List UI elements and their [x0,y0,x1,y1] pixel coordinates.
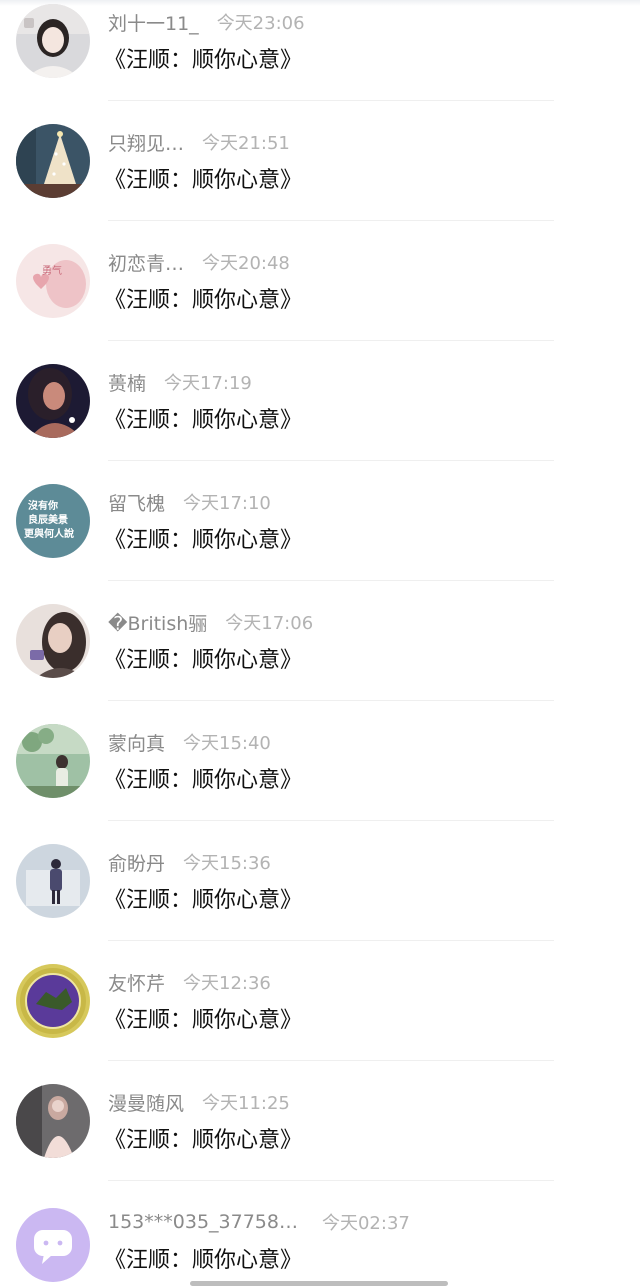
message-item[interactable]: 只翔见… 今天21:51 《汪顺：顺你心意》 [0,120,640,240]
divider [108,820,554,821]
divider [108,220,554,221]
chat-bubble-icon [16,1208,90,1282]
message-item[interactable]: 勇气 初恋青… 今天20:48 《汪顺：顺你心意》 [0,240,640,360]
divider [108,460,554,461]
message-text[interactable]: 《汪顺：顺你心意》 [104,762,302,794]
message-meta: 蒙向真 今天15:40 [108,728,271,756]
message-item[interactable]: 俞盼丹 今天15:36 《汪顺：顺你心意》 [0,840,640,960]
garden-girl-icon [16,724,90,798]
message-text[interactable]: 《汪顺：顺你心意》 [104,162,302,194]
message-item[interactable]: 友怀芹 今天12:36 《汪顺：顺你心意》 [0,960,640,1080]
sender-name[interactable]: 留飞槐 [108,489,165,516]
divider [108,940,554,941]
timestamp: 今天20:48 [202,253,290,274]
message-item[interactable]: 153***035_37758… 今天02:37 《汪顺：顺你心意》 [0,1200,640,1288]
sender-name[interactable]: 刘十一11_ [108,9,199,36]
avatar[interactable] [16,604,90,678]
avatar[interactable] [16,124,90,198]
timestamp: 今天11:25 [202,1093,290,1114]
message-meta: 俞盼丹 今天15:36 [108,848,271,876]
timestamp: 今天15:40 [183,733,271,754]
message-meta: 留飞槐 今天17:10 [108,488,271,516]
timestamp: 今天15:36 [183,853,271,874]
message-item[interactable]: 蒙向真 今天15:40 《汪顺：顺你心意》 [0,720,640,840]
avatar[interactable] [16,964,90,1038]
emblem-badge-icon [16,964,90,1038]
message-text[interactable]: 《汪顺：顺你心意》 [104,282,302,314]
girl-portrait-icon [16,4,90,78]
timestamp: 今天21:51 [202,133,290,154]
divider [108,700,554,701]
message-meta: 153***035_37758… 今天02:37 [108,1208,410,1236]
sender-name[interactable]: 只翔见… [108,129,184,156]
timestamp: 今天23:06 [216,13,305,34]
dress-portrait-icon [16,1084,90,1158]
sender-name[interactable]: 蒉楠 [108,369,146,396]
svg-text:更與何人說: 更與何人說 [24,527,74,540]
message-text[interactable]: 《汪顺：顺你心意》 [104,1122,302,1154]
message-item[interactable]: 沒有你 良辰美景 更與何人說 留飞槐 今天17:10 《汪顺：顺你心意》 [0,480,640,600]
divider [108,100,554,101]
avatar[interactable] [16,724,90,798]
sender-name[interactable]: �British骊 [108,609,207,636]
avatar[interactable] [16,844,90,918]
text-quote-icon: 沒有你 良辰美景 更與何人說 [16,484,90,558]
girl-selfie-icon [16,604,90,678]
svg-text:良辰美景: 良辰美景 [28,513,68,526]
timestamp: 今天12:36 [183,973,271,994]
sender-name[interactable]: 蒙向真 [108,729,165,756]
divider [108,340,554,341]
message-meta: 只翔见… 今天21:51 [108,128,290,156]
message-item[interactable]: 蒉楠 今天17:19 《汪顺：顺你心意》 [0,360,640,480]
christmas-tree-icon [16,124,90,198]
svg-text:沒有你: 沒有你 [28,499,58,512]
avatar[interactable] [16,364,90,438]
standing-figure-icon [16,844,90,918]
avatar[interactable]: 勇气 [16,244,90,318]
svg-text:勇气: 勇气 [42,264,62,277]
message-text[interactable]: 《汪顺：顺你心意》 [104,42,302,74]
timestamp: 今天17:06 [225,613,314,634]
avatar[interactable]: 沒有你 良辰美景 更與何人說 [16,484,90,558]
woman-portrait-icon [16,364,90,438]
message-text[interactable]: 《汪顺：顺你心意》 [104,1242,302,1274]
timestamp: 今天17:19 [164,373,252,394]
message-meta: 刘十一11_ 今天23:06 [108,8,305,36]
avatar[interactable] [16,4,90,78]
message-text[interactable]: 《汪顺：顺你心意》 [104,642,302,674]
timestamp: 今天02:37 [321,1213,410,1234]
message-text[interactable]: 《汪顺：顺你心意》 [104,882,302,914]
avatar[interactable] [16,1208,90,1282]
message-item[interactable]: 漫曼随风 今天11:25 《汪顺：顺你心意》 [0,1080,640,1200]
message-text[interactable]: 《汪顺：顺你心意》 [104,1002,302,1034]
sender-name[interactable]: 友怀芹 [108,969,165,996]
message-item[interactable]: �British骊 今天17:06 《汪顺：顺你心意》 [0,600,640,720]
sender-name[interactable]: 初恋青… [108,249,184,276]
message-text[interactable]: 《汪顺：顺你心意》 [104,522,302,554]
message-item[interactable]: 刘十一11_ 今天23:06 《汪顺：顺你心意》 [0,0,640,120]
message-text[interactable]: 《汪顺：顺你心意》 [104,402,302,434]
sender-name[interactable]: 153***035_37758… [108,1211,298,1233]
message-meta: 蒉楠 今天17:19 [108,368,252,396]
divider [108,1180,554,1181]
sender-name[interactable]: 漫曼随风 [108,1089,184,1116]
message-meta: 初恋青… 今天20:48 [108,248,290,276]
message-meta: 漫曼随风 今天11:25 [108,1088,290,1116]
avatar[interactable] [16,1084,90,1158]
message-meta: 友怀芹 今天12:36 [108,968,271,996]
divider [108,1060,554,1061]
pink-heart-icon: 勇气 [16,244,90,318]
message-meta: �British骊 今天17:06 [108,608,313,636]
home-indicator[interactable] [190,1281,448,1286]
sender-name[interactable]: 俞盼丹 [108,849,165,876]
divider [108,580,554,581]
timestamp: 今天17:10 [183,493,271,514]
